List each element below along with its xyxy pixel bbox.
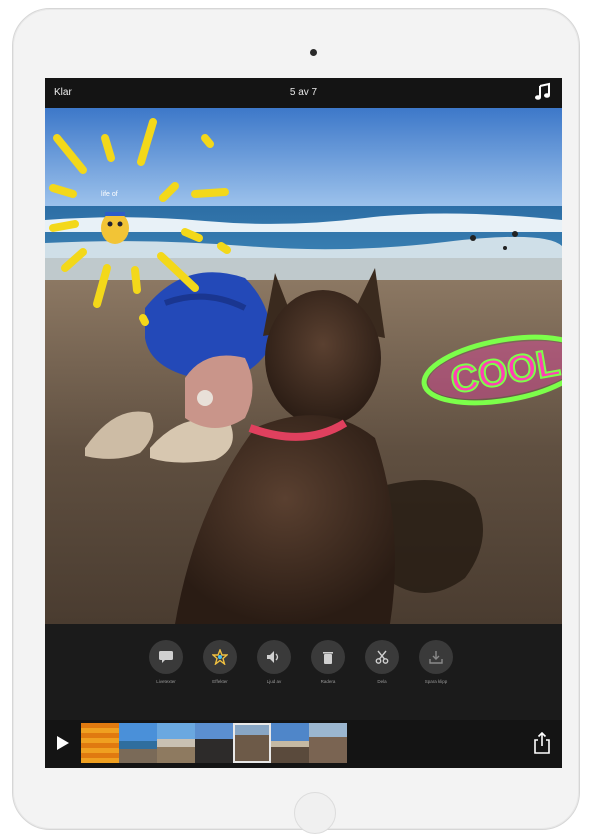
- effects-tool-button[interactable]: Effekter: [195, 640, 245, 684]
- save-clip-tool-label: Spara klipp: [424, 679, 448, 684]
- editing-toolbar: Livetexter Effekter Ljud av Radera Dela: [45, 624, 562, 720]
- mute-tool-label: Ljud av: [266, 679, 282, 684]
- download-icon: [419, 640, 453, 674]
- star-icon: [203, 640, 237, 674]
- photo-preview[interactable]: life of COOL: [45, 108, 562, 624]
- captions-tool-button[interactable]: Livetexter: [141, 640, 191, 684]
- delete-tool-label: Radera: [320, 679, 336, 684]
- captions-tool-label: Livetexter: [156, 679, 176, 684]
- delete-tool-button[interactable]: Radera: [303, 640, 353, 684]
- clip-thumbnail[interactable]: [309, 723, 347, 763]
- top-bar: Klar 5 av 7: [45, 78, 562, 108]
- split-tool-label: Dela: [377, 679, 387, 684]
- home-button[interactable]: [294, 792, 336, 834]
- mute-tool-button[interactable]: Ljud av: [249, 640, 299, 684]
- music-note-icon[interactable]: [534, 82, 552, 102]
- front-camera: [310, 49, 317, 56]
- share-icon[interactable]: [534, 732, 550, 754]
- clip-timeline: [45, 720, 562, 768]
- play-icon[interactable]: [57, 736, 69, 750]
- clip-thumbnail-selected[interactable]: [233, 723, 271, 763]
- scissors-icon: [365, 640, 399, 674]
- clip-thumbnail[interactable]: [195, 723, 233, 763]
- speech-bubble-icon: [149, 640, 183, 674]
- split-tool-button[interactable]: Dela: [357, 640, 407, 684]
- speaker-icon: [257, 640, 291, 674]
- character-sticker-label: life of: [101, 191, 118, 198]
- clips-editor-screen: Klar 5 av 7 life of COOL Livetexter Effe…: [45, 78, 562, 768]
- effects-tool-label: Effekter: [212, 679, 228, 684]
- clip-thumbnail[interactable]: [157, 723, 195, 763]
- save-clip-tool-button[interactable]: Spara klipp: [411, 640, 461, 684]
- clip-thumbnail[interactable]: [81, 723, 119, 763]
- clip-thumbnail[interactable]: [119, 723, 157, 763]
- page-title: 5 av 7: [289, 87, 318, 98]
- trash-icon: [311, 640, 345, 674]
- clip-strip: [81, 723, 347, 763]
- clip-thumbnail[interactable]: [271, 723, 309, 763]
